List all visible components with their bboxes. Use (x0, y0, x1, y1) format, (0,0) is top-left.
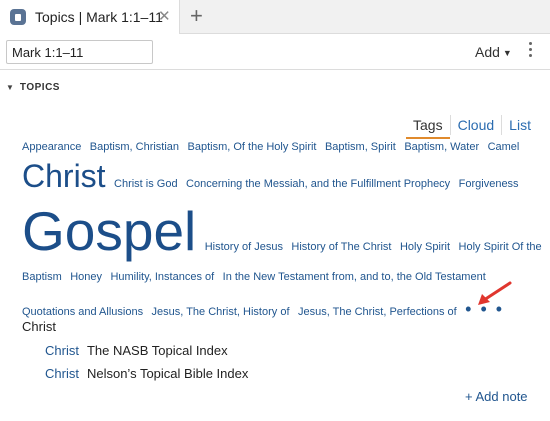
topic-tag[interactable]: Concerning the Messiah, and the Fulfillm… (186, 179, 450, 190)
more-options-icon[interactable] (526, 42, 534, 62)
topics-icon (10, 9, 26, 25)
view-switcher: Tags Cloud List (406, 115, 538, 139)
topic-tag[interactable]: Baptism, Christian (90, 142, 179, 153)
selected-topic-heading: Christ (22, 319, 56, 334)
topic-tag[interactable]: Quotations and Allusions (22, 307, 143, 318)
topic-tag[interactable]: Jesus, The Christ, Perfections of (298, 307, 457, 318)
topic-tag[interactable]: Jesus, The Christ, History of (152, 307, 290, 318)
new-tab-button[interactable]: + (190, 3, 203, 29)
topic-tag[interactable]: Baptism, Spirit (325, 142, 396, 153)
add-label: Add (475, 44, 500, 60)
chevron-down-icon: ▼ (502, 48, 512, 58)
topic-tag[interactable]: History of Jesus (205, 242, 283, 253)
tab-title: Topics | Mark 1:1–11 (35, 9, 163, 25)
topic-tag[interactable]: Honey (70, 272, 102, 283)
tab-topics[interactable]: Topics | Mark 1:1–11 ✕ (0, 0, 180, 34)
topic-tag[interactable]: Baptism, Of the Holy Spirit (188, 142, 317, 153)
topic-link[interactable]: Christ (45, 343, 79, 358)
source-label: The NASB Topical Index (86, 343, 228, 358)
topic-tag[interactable]: Camel (488, 142, 520, 153)
source-label: Nelson’s Topical Bible Index (86, 366, 249, 381)
list-item: Christ The NASB Topical Index (45, 343, 228, 358)
topic-tag[interactable]: Christ is God (114, 179, 178, 190)
cloud-line: Christ Christ is God Concerning the Mess… (22, 160, 532, 198)
cloud-line: Gospel History of Jesus History of The C… (22, 204, 542, 264)
topic-tag[interactable]: History of The Christ (291, 242, 391, 253)
toolbar: Add▼ (0, 34, 550, 70)
close-icon[interactable]: ✕ (158, 7, 171, 25)
add-note-button[interactable]: + Add note (465, 389, 528, 404)
add-menu-button[interactable]: Add ▼ (475, 44, 512, 60)
collapse-caret-icon: ▼ (6, 83, 14, 92)
topic-link[interactable]: Christ (45, 366, 79, 381)
arrow-annotation-icon (478, 281, 512, 305)
cloud-line: Appearance Baptism, Christian Baptism, O… (22, 138, 532, 158)
topics-section-header[interactable]: ▼ TOPICS (6, 82, 60, 93)
tab-bar: Topics | Mark 1:1–11 ✕ + (0, 0, 550, 34)
topic-tag[interactable]: Humility, Instances of (110, 272, 214, 283)
cloud-line: Baptism Honey Humility, Instances of In … (22, 268, 532, 288)
cloud-line: Quotations and Allusions Jesus, The Chri… (22, 300, 532, 322)
topic-tag[interactable]: Baptism (22, 272, 62, 283)
tab-cloud[interactable]: Cloud (451, 115, 502, 139)
topic-tag[interactable]: Holy Spirit (400, 242, 450, 253)
section-title: TOPICS (19, 82, 60, 93)
topic-tag[interactable]: Holy Spirit Of the (459, 242, 542, 253)
topic-tag[interactable]: Appearance (22, 142, 81, 153)
topic-tag[interactable]: Forgiveness (459, 179, 519, 190)
tab-list[interactable]: List (502, 115, 538, 139)
list-item: Christ Nelson’s Topical Bible Index (45, 366, 248, 381)
tag-cloud: Appearance Baptism, Christian Baptism, O… (22, 138, 542, 322)
topic-tag[interactable]: Gospel (22, 204, 196, 259)
topic-tag[interactable]: In the New Testament from, and to, the O… (223, 272, 486, 283)
topic-tag[interactable]: Baptism, Water (404, 142, 479, 153)
topic-tag[interactable]: Christ (22, 160, 106, 192)
reference-input[interactable] (6, 40, 153, 64)
tab-tags[interactable]: Tags (406, 115, 450, 139)
